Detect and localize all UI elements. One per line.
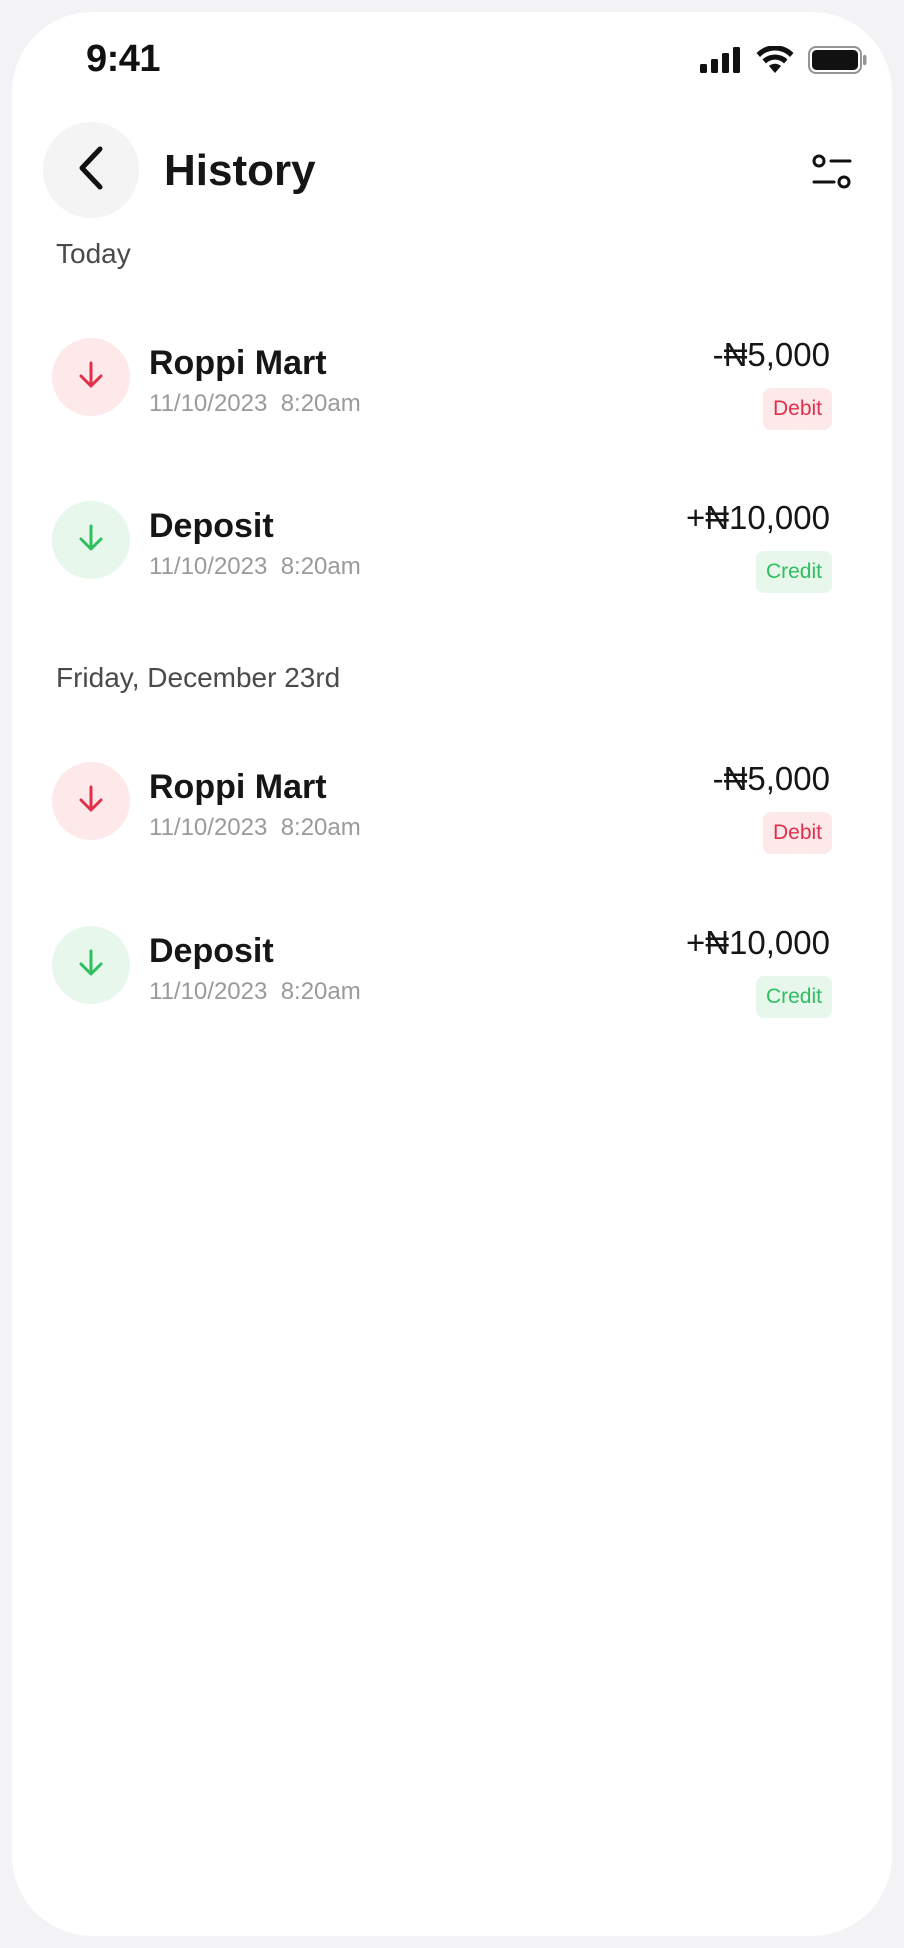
debit-icon-circle <box>52 762 130 840</box>
credit-badge: Credit <box>755 976 832 1018</box>
back-button[interactable] <box>43 122 139 218</box>
filter-sliders-icon <box>812 154 852 195</box>
transaction-date: 11/10/2023 <box>149 390 268 417</box>
battery-icon <box>808 46 868 79</box>
transaction-row[interactable]: Roppi Mart 11/10/2023 8:20am -₦5,000 Deb… <box>12 736 892 856</box>
header: History <box>12 112 892 232</box>
section-label-friday: Friday, December 23rd <box>56 662 341 693</box>
transaction-time: 8:20am <box>280 814 361 841</box>
arrow-down-icon <box>76 948 106 983</box>
credit-icon-circle <box>52 501 130 579</box>
transaction-amount: +₦10,000 <box>685 924 830 961</box>
page-title: History <box>164 146 316 195</box>
transaction-name: Roppi Mart <box>149 344 327 382</box>
section-label-today: Today <box>56 238 131 269</box>
credit-icon-circle <box>52 926 130 1004</box>
status-time: 9:41 <box>86 38 161 80</box>
chevron-left-icon <box>74 146 108 195</box>
transaction-row[interactable]: Roppi Mart 11/10/2023 8:20am -₦5,000 Deb… <box>12 312 892 432</box>
arrow-down-icon <box>76 523 106 558</box>
debit-badge: Debit <box>762 388 832 430</box>
cellular-signal-icon <box>700 47 742 78</box>
credit-badge: Credit <box>755 551 832 593</box>
transaction-amount: -₦5,000 <box>712 336 830 373</box>
transaction-time: 8:20am <box>280 553 361 580</box>
transaction-date: 11/10/2023 <box>149 553 268 580</box>
phone-frame: 9:41 History Today Roppi Mart 11/10/2023… <box>0 0 904 1948</box>
transaction-datetime: 11/10/2023 8:20am <box>149 553 361 581</box>
transaction-time: 8:20am <box>280 390 361 417</box>
transaction-datetime: 11/10/2023 8:20am <box>149 814 361 842</box>
debit-icon-circle <box>52 338 130 416</box>
transaction-datetime: 11/10/2023 8:20am <box>149 390 361 418</box>
transaction-name: Deposit <box>149 932 274 970</box>
transaction-amount: -₦5,000 <box>712 760 830 797</box>
debit-badge: Debit <box>762 812 832 854</box>
transaction-date: 11/10/2023 <box>149 814 268 841</box>
transaction-row[interactable]: Deposit 11/10/2023 8:20am +₦10,000 Credi… <box>12 475 892 595</box>
arrow-down-icon <box>76 360 106 395</box>
transaction-name: Deposit <box>149 507 274 545</box>
filter-button[interactable] <box>808 150 856 198</box>
transaction-amount: +₦10,000 <box>685 499 830 536</box>
transaction-time: 8:20am <box>280 978 361 1005</box>
transaction-date: 11/10/2023 <box>149 978 268 1005</box>
status-icons <box>700 45 868 79</box>
transaction-row[interactable]: Deposit 11/10/2023 8:20am +₦10,000 Credi… <box>12 900 892 1020</box>
transaction-datetime: 11/10/2023 8:20am <box>149 978 361 1006</box>
arrow-down-icon <box>76 784 106 819</box>
status-bar: 9:41 <box>12 12 892 102</box>
transaction-name: Roppi Mart <box>149 768 327 806</box>
wifi-icon <box>756 45 794 79</box>
